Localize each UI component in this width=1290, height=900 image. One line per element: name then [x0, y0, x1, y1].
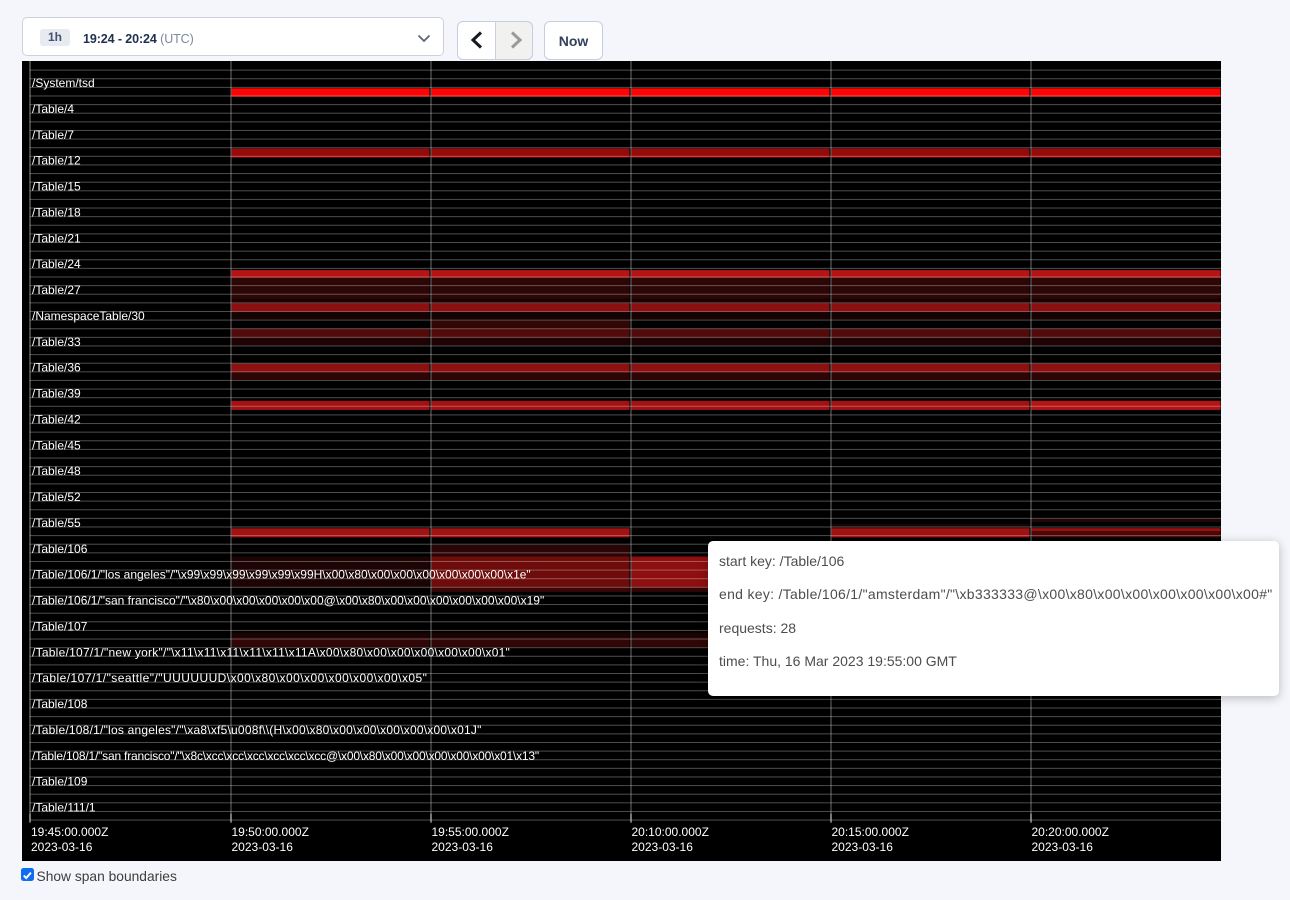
svg-text:2023-03-16: 2023-03-16 — [632, 840, 694, 854]
svg-text:/Table/106/1/"los angeles"/"\x: /Table/106/1/"los angeles"/"\x99\x99\x99… — [32, 567, 531, 581]
svg-text:/Table/107/1/"seattle"/"UUUUUU: /Table/107/1/"seattle"/"UUUUUUD\x00\x80\… — [32, 671, 427, 685]
svg-text:/Table/36: /Table/36 — [32, 360, 81, 374]
svg-text:/NamespaceTable/30: /NamespaceTable/30 — [32, 308, 145, 322]
svg-text:/Table/21: /Table/21 — [32, 231, 81, 245]
svg-text:/Table/106/1/"san francisco"/": /Table/106/1/"san francisco"/"\x80\x00\x… — [32, 593, 544, 607]
svg-text:/Table/42: /Table/42 — [32, 412, 81, 426]
svg-text:/Table/7: /Table/7 — [32, 127, 74, 141]
svg-text:/Table/33: /Table/33 — [32, 334, 81, 348]
svg-text:/Table/12: /Table/12 — [32, 153, 81, 167]
svg-text:/Table/18: /Table/18 — [32, 205, 81, 219]
svg-text:/Table/109: /Table/109 — [32, 774, 88, 788]
svg-text:/Table/108/1/"los angeles"/"\x: /Table/108/1/"los angeles"/"\xa8\xf5\u00… — [32, 722, 482, 736]
svg-text:20:10:00.000Z: 20:10:00.000Z — [632, 825, 709, 839]
svg-text:2023-03-16: 2023-03-16 — [1032, 840, 1094, 854]
svg-text:/Table/15: /Table/15 — [32, 179, 81, 193]
svg-text:20:20:00.000Z: 20:20:00.000Z — [1032, 825, 1109, 839]
svg-text:2023-03-16: 2023-03-16 — [832, 840, 894, 854]
svg-text:2023-03-16: 2023-03-16 — [232, 840, 294, 854]
svg-text:/Table/106: /Table/106 — [32, 541, 88, 555]
svg-text:20:15:00.000Z: 20:15:00.000Z — [832, 825, 909, 839]
svg-text:/Table/45: /Table/45 — [32, 438, 81, 452]
svg-text:/Table/52: /Table/52 — [32, 490, 81, 504]
svg-text:19:45:00.000Z: 19:45:00.000Z — [31, 825, 108, 839]
svg-text:/Table/108/1/"san francisco"/": /Table/108/1/"san francisco"/"\x8c\xcc\x… — [32, 748, 539, 762]
svg-text:/Table/107/1/"new york"/"\x11\: /Table/107/1/"new york"/"\x11\x11\x11\x1… — [32, 645, 510, 659]
svg-text:2023-03-16: 2023-03-16 — [432, 840, 494, 854]
svg-text:/Table/48: /Table/48 — [32, 464, 81, 478]
svg-text:/Table/24: /Table/24 — [32, 257, 81, 271]
svg-text:/Table/107: /Table/107 — [32, 619, 88, 633]
svg-text:/Table/55: /Table/55 — [32, 515, 81, 529]
svg-text:2023-03-16: 2023-03-16 — [31, 840, 93, 854]
svg-text:19:50:00.000Z: 19:50:00.000Z — [232, 825, 309, 839]
svg-text:/Table/39: /Table/39 — [32, 386, 81, 400]
svg-text:/Table/27: /Table/27 — [32, 283, 81, 297]
svg-text:/System/tsd: /System/tsd — [32, 76, 95, 90]
svg-text:/Table/108: /Table/108 — [32, 697, 88, 711]
svg-text:19:55:00.000Z: 19:55:00.000Z — [432, 825, 509, 839]
svg-text:/Table/111/1: /Table/111/1 — [32, 800, 96, 814]
svg-text:/Table/4: /Table/4 — [32, 101, 74, 115]
